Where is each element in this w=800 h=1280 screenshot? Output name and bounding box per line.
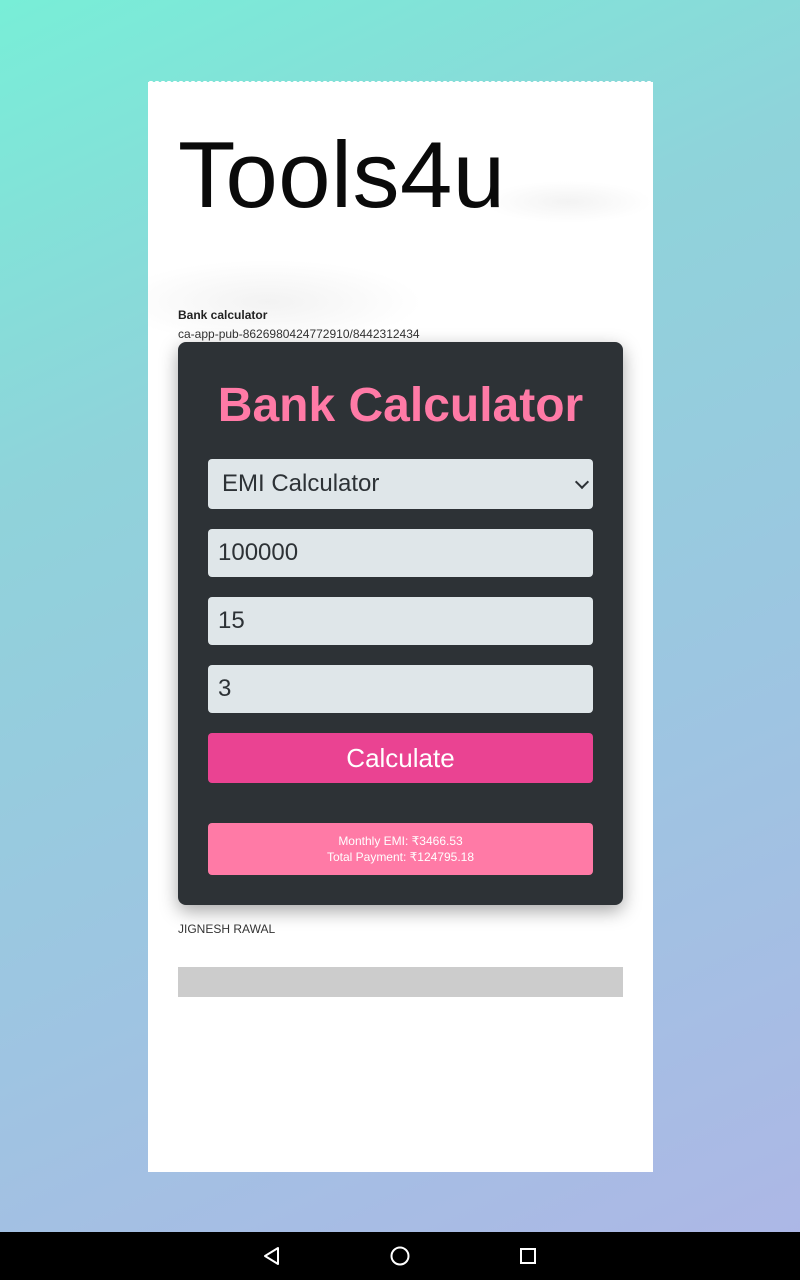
calculator-card: Bank Calculator EMI Calculator 100000 15… <box>178 342 623 905</box>
ad-unit-id: ca-app-pub-8626980424772910/8442312434 <box>178 327 420 341</box>
interest-rate-input[interactable]: 15 <box>208 597 593 645</box>
principal-input[interactable]: 100000 <box>208 529 593 577</box>
android-navigation-bar <box>0 1232 800 1280</box>
ad-banner-placeholder[interactable] <box>178 967 623 997</box>
home-icon[interactable] <box>376 1232 424 1280</box>
tenure-value: 3 <box>218 675 232 702</box>
calculator-type-value: EMI Calculator <box>222 470 380 497</box>
tenure-input[interactable]: 3 <box>208 665 593 713</box>
chevron-down-icon <box>574 474 590 490</box>
page-container: Tools4u Bank calculator ca-app-pub-86269… <box>148 82 653 1172</box>
author-credit: JIGNESH RAWAL <box>178 922 276 936</box>
ad-label: Bank calculator <box>178 308 268 322</box>
monthly-emi-text: Monthly EMI: ₹3466.53 <box>338 834 463 848</box>
site-title: Tools4u <box>178 122 506 227</box>
result-box: Monthly EMI: ₹3466.53 Total Payment: ₹12… <box>208 823 593 875</box>
total-payment-text: Total Payment: ₹124795.18 <box>326 850 475 864</box>
interest-rate-value: 15 <box>218 607 245 634</box>
calculate-button[interactable]: Calculate <box>208 733 593 783</box>
calculator-type-select[interactable]: EMI Calculator <box>208 459 593 509</box>
principal-value: 100000 <box>218 539 299 566</box>
back-icon[interactable] <box>248 1232 296 1280</box>
recents-icon[interactable] <box>504 1232 552 1280</box>
calculator-title: Bank Calculator <box>217 379 584 432</box>
